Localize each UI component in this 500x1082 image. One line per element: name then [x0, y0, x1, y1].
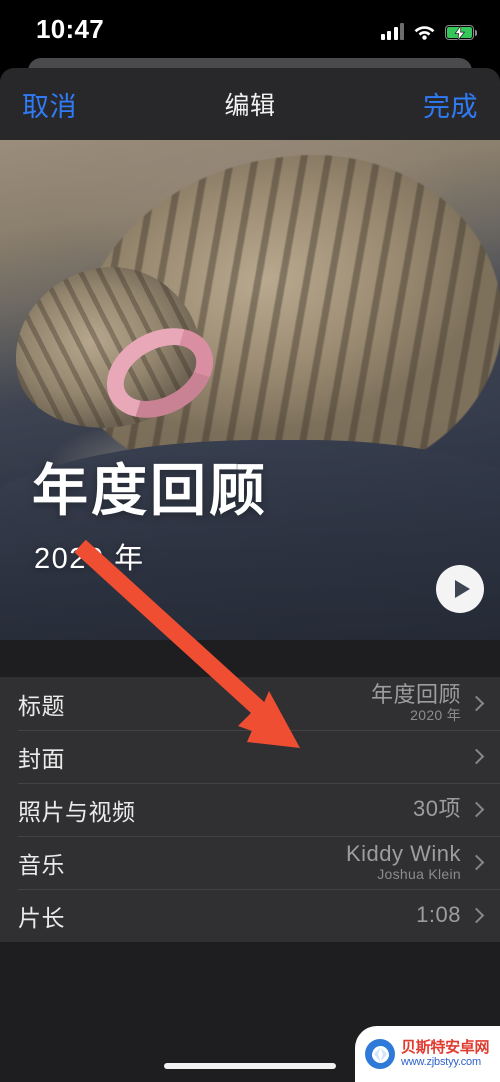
- chevron-right-icon: [468, 854, 485, 871]
- list-item-cover[interactable]: 封面: [0, 730, 500, 783]
- row-value-group: Kiddy Wink Joshua Klein: [345, 840, 485, 883]
- row-label: 音乐: [18, 851, 65, 878]
- memory-title-overlay: 年度回顾: [32, 459, 268, 522]
- battery-charging-icon: [445, 25, 477, 40]
- list-item-duration[interactable]: 片长 1:08: [0, 889, 500, 942]
- row-label: 片长: [18, 904, 65, 931]
- wifi-icon: [413, 23, 436, 40]
- list-item-music[interactable]: 音乐 Kiddy Wink Joshua Klein: [0, 836, 500, 889]
- cellular-bars-icon: [380, 23, 404, 40]
- row-label: 照片与视频: [18, 798, 136, 825]
- shell-logo-icon: [365, 1039, 395, 1069]
- edit-sheet: 取消 编辑 完成 年度回顾 2020 年 标题 年度回顾 2020 年 封面 照…: [0, 68, 500, 1082]
- play-triangle-icon: [454, 580, 470, 598]
- row-value-group: 1:08: [416, 902, 485, 928]
- list-item-title[interactable]: 标题 年度回顾 2020 年: [0, 677, 500, 730]
- row-value-group: 30项: [413, 796, 485, 822]
- watermark-site-url: www.zjbstyy.com: [401, 1056, 481, 1069]
- cancel-button[interactable]: 取消: [22, 85, 77, 124]
- phone-screen: 10:47 取消 编辑 完成 年度回顾 2020 年 标题 年度回顾 2020 …: [0, 0, 500, 1082]
- row-label: 标题: [18, 692, 65, 719]
- play-button[interactable]: [436, 565, 484, 613]
- site-watermark: 贝斯特安卓网 www.zjbstyy.com: [355, 1026, 500, 1082]
- row-value: 年度回顾: [370, 681, 461, 707]
- row-value-group: 年度回顾 2020 年: [370, 681, 485, 724]
- list-item-photos-and-videos[interactable]: 照片与视频 30项: [0, 783, 500, 836]
- chevron-right-icon: [468, 801, 485, 818]
- status-bar-indicators: [380, 18, 477, 40]
- home-indicator[interactable]: [164, 1063, 336, 1069]
- row-label: 封面: [18, 745, 65, 772]
- row-value: Kiddy Wink: [345, 840, 461, 866]
- row-value: 1:08: [416, 902, 461, 928]
- row-subvalue: Joshua Klein: [377, 866, 461, 883]
- navigation-bar: 取消 编辑 完成: [0, 68, 500, 140]
- memory-subtitle-overlay: 2020 年: [34, 543, 145, 575]
- chevron-right-icon: [468, 907, 485, 924]
- status-bar: 10:47: [0, 0, 500, 58]
- chevron-right-icon: [468, 748, 485, 765]
- watermark-site-name: 贝斯特安卓网: [401, 1038, 490, 1056]
- row-subvalue: 2020 年: [410, 707, 461, 724]
- status-bar-time: 10:47: [36, 14, 104, 44]
- row-value: 30项: [413, 796, 461, 822]
- memory-settings-list: 标题 年度回顾 2020 年 封面 照片与视频 30项 音乐 Kiddy Win…: [0, 677, 500, 942]
- row-value-group: [461, 748, 485, 765]
- memory-preview-photo[interactable]: 年度回顾 2020 年: [0, 140, 500, 640]
- done-button[interactable]: 完成: [423, 85, 478, 124]
- watermark-text: 贝斯特安卓网 www.zjbstyy.com: [401, 1038, 490, 1069]
- chevron-right-icon: [468, 695, 485, 712]
